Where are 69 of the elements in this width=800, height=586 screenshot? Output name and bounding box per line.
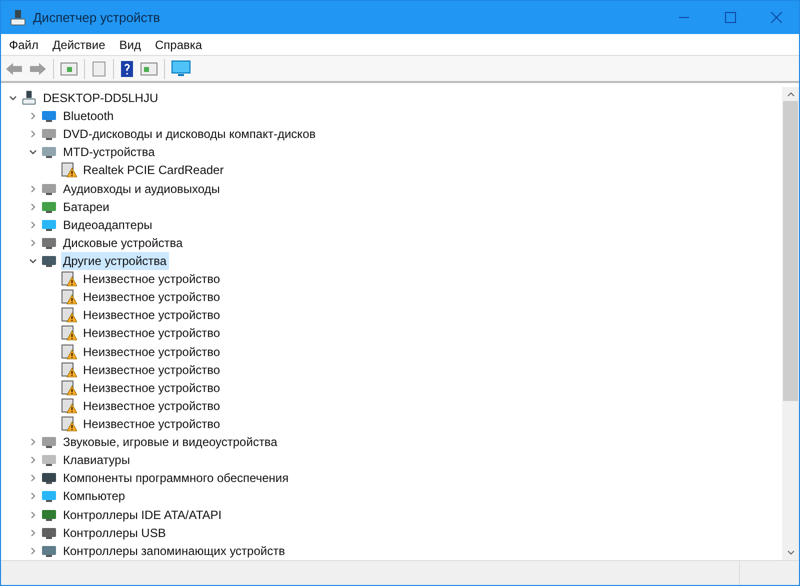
minimize-icon	[679, 16, 689, 18]
chevron-down-icon[interactable]	[9, 94, 17, 102]
menu-item[interactable]: Действие	[48, 36, 110, 54]
tree-item[interactable]: Контроллеры USB	[61, 524, 168, 542]
device-icon	[41, 108, 57, 124]
computer-icon	[9, 8, 27, 26]
chevron-right-icon[interactable]	[29, 474, 37, 482]
tree-item[interactable]: Bluetooth	[61, 107, 116, 126]
tree-item[interactable]: Неизвестное устройство	[81, 324, 222, 342]
chevron-right-icon[interactable]	[29, 510, 37, 519]
tree-item[interactable]: Realtek PCIE CardReader	[81, 161, 226, 180]
chevron-right-icon[interactable]	[29, 112, 37, 120]
menu-item[interactable]: Файл	[5, 36, 43, 54]
help-icon[interactable]	[120, 60, 134, 78]
panel-icon[interactable]	[140, 60, 158, 76]
chevron-right-icon[interactable]	[29, 238, 37, 247]
back-arrow-icon[interactable]	[5, 62, 23, 76]
tree-item[interactable]: Неизвестное устройство	[81, 378, 222, 397]
tree-item[interactable]: Неизвестное устройство	[81, 415, 222, 434]
tree-item[interactable]: Неизвестное устройство	[81, 396, 222, 415]
chevron-right-icon[interactable]	[29, 202, 37, 211]
tree-item[interactable]: Клавиатуры	[61, 451, 132, 470]
tree-item[interactable]: Видеоадаптеры	[61, 216, 154, 234]
properties-icon[interactable]	[91, 60, 107, 76]
tree-item[interactable]: MTD-устройства	[61, 143, 157, 162]
device-icon	[41, 488, 57, 504]
monitor-icon[interactable]	[171, 60, 191, 78]
chevron-right-icon[interactable]	[29, 546, 37, 555]
tree-item[interactable]: DVD-дисководы и дисководы компакт-дисков	[61, 125, 318, 144]
tree-item[interactable]: Компоненты программного обеспечения	[61, 469, 291, 488]
chevron-right-icon[interactable]	[29, 220, 37, 229]
tree-item[interactable]: Дисковые устройства	[61, 234, 185, 252]
tree-item[interactable]: Неизвестное устройство	[81, 288, 222, 306]
tree-item[interactable]: Неизвестное устройство	[81, 270, 222, 288]
tree-item[interactable]: Неизвестное устройство	[81, 342, 222, 361]
menu-item[interactable]: Справка	[151, 36, 206, 54]
tree-item[interactable]: Неизвестное устройство	[81, 306, 222, 324]
scrollbar[interactable]	[782, 87, 799, 560]
tree-item[interactable]: Батареи	[61, 198, 112, 216]
chevron-down-icon[interactable]	[29, 257, 37, 266]
tree-item[interactable]: Звуковые, игровые и видеоустройства	[61, 433, 280, 452]
close-icon	[770, 12, 782, 23]
tree-item[interactable]: Компьютер	[61, 487, 128, 506]
panel-icon[interactable]	[60, 60, 78, 76]
window-title: Диспетчер устройств	[33, 8, 160, 27]
device-icon	[41, 452, 57, 468]
tree-item[interactable]: DESKTOP-DD5LHJU	[41, 89, 160, 108]
chevron-right-icon[interactable]	[29, 492, 37, 500]
chevron-right-icon[interactable]	[29, 528, 37, 537]
chevron-right-icon[interactable]	[29, 184, 37, 193]
chevron-right-icon[interactable]	[29, 130, 37, 138]
device-icon	[41, 126, 57, 142]
device-icon	[41, 253, 57, 270]
scroll-thumb[interactable]	[783, 101, 798, 401]
device-icon	[41, 144, 57, 160]
tree-item[interactable]: Неизвестное устройство	[81, 360, 222, 379]
device-icon	[41, 470, 57, 486]
tree-item[interactable]: Контроллеры IDE ATA/ATAPI	[61, 506, 224, 524]
forward-arrow-icon[interactable]	[29, 62, 47, 76]
menu-item[interactable]: Вид	[115, 36, 145, 54]
maximize-icon	[724, 12, 736, 23]
computer-icon	[21, 90, 37, 106]
chevron-down-icon[interactable]	[29, 148, 37, 156]
tree-item[interactable]: Аудиовходы и аудиовыходы	[61, 180, 222, 198]
chevron-right-icon[interactable]	[29, 438, 37, 446]
chevron-right-icon[interactable]	[29, 456, 37, 464]
tree-item[interactable]: Контроллеры запоминающих устройств	[61, 542, 287, 560]
tree-item[interactable]: Другие устройства	[61, 252, 169, 270]
device-icon	[41, 434, 57, 450]
